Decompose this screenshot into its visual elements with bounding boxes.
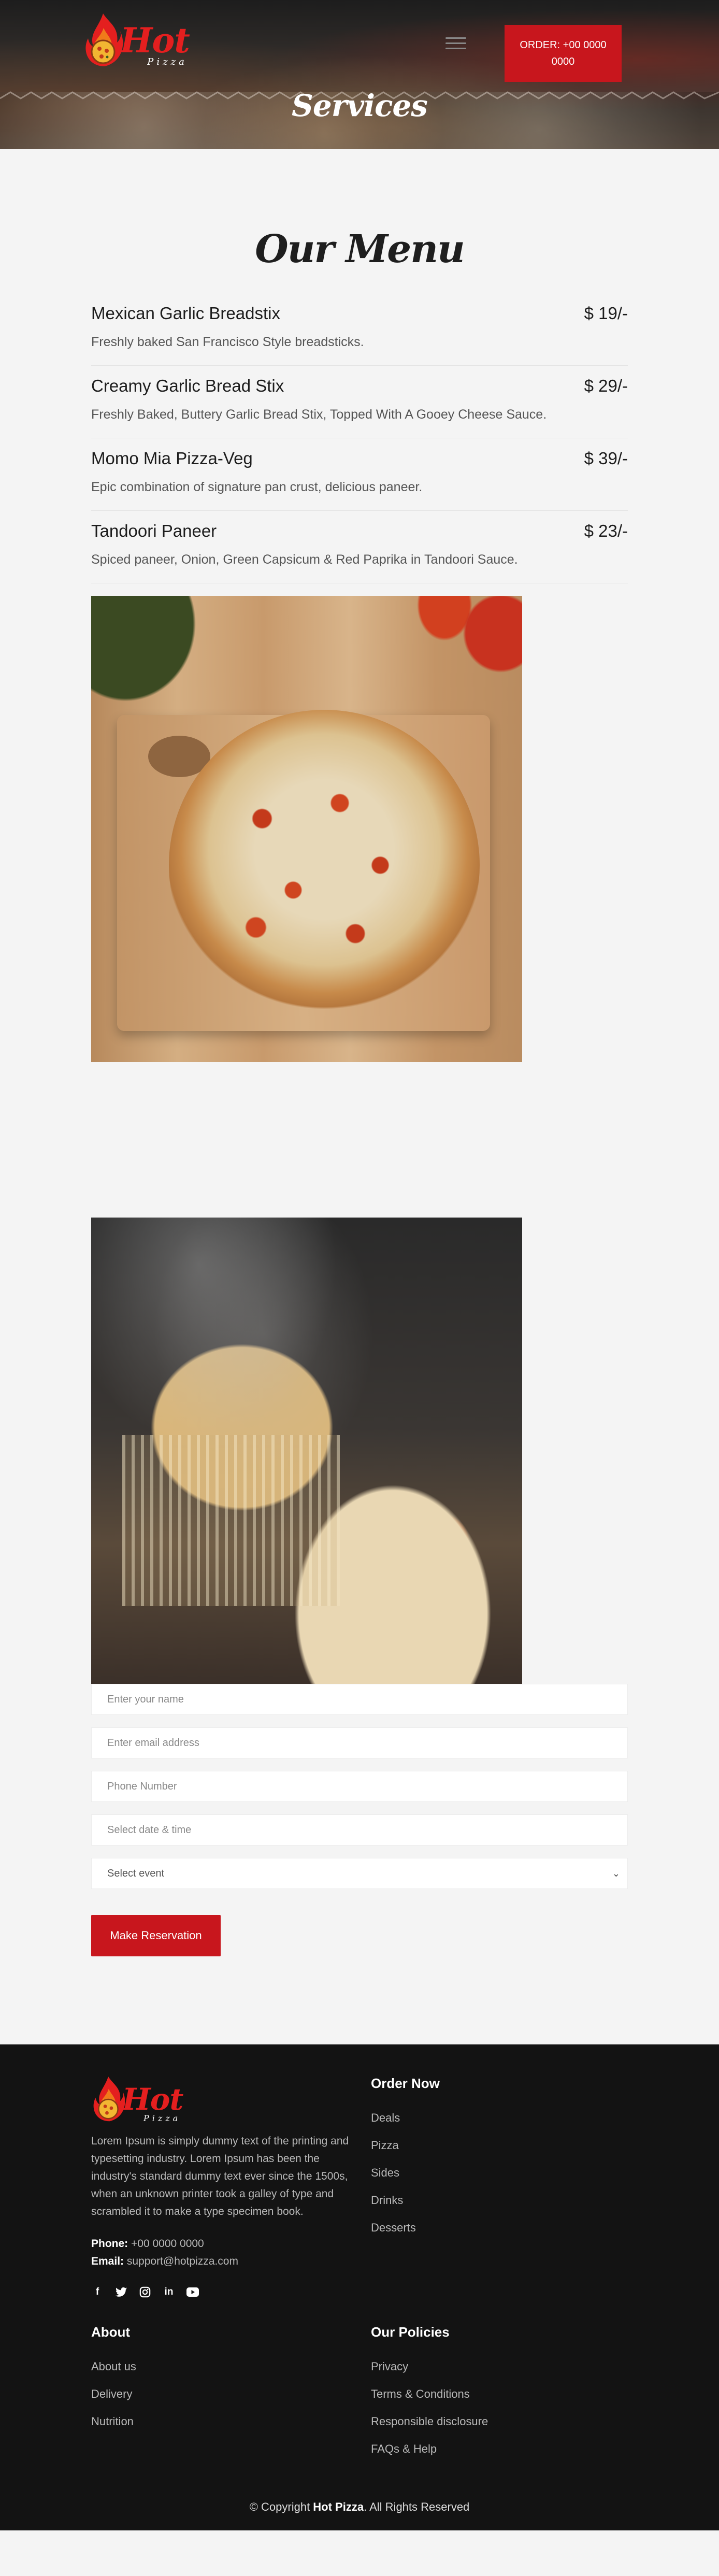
phone-value[interactable]: +00 0000 0000 [131,2238,204,2250]
copyright: © Copyright Hot Pizza. All Rights Reserv… [0,2500,719,2514]
cheese-strands [122,1435,340,1606]
footer-logo-wordmark: Hot [122,2082,183,2117]
copyright-brand: Hot Pizza [313,2500,364,2513]
footer-link-nutrition[interactable]: Nutrition [91,2415,136,2428]
copyright-prefix: © Copyright [249,2500,313,2513]
menu-list: Mexican Garlic Breadstix $ 19/- Freshly … [91,304,628,583]
footer-about-text: Lorem Ipsum is simply dummy text of the … [91,2135,349,2217]
footer-link-sides[interactable]: Sides [371,2166,440,2180]
site-footer: Hot Pizza Lorem Ipsum is simply dummy te… [0,2044,719,2530]
logo-wordmark: Hot [120,20,190,61]
footer-link-deals[interactable]: Deals [371,2111,440,2125]
footer-link-pizza[interactable]: Pizza [371,2139,440,2152]
youtube-icon[interactable] [186,2286,199,2298]
footer-logo[interactable]: Hot Pizza [91,2076,371,2123]
menu-item-name: Tandoori Paneer [91,521,217,540]
social-links: f in [91,2286,371,2298]
about-column: About About us Delivery Nutrition [91,2324,136,2442]
twitter-icon[interactable] [115,2286,127,2298]
menu-item-description: Freshly baked San Francisco Style breads… [91,335,364,349]
instagram-icon[interactable] [139,2286,151,2298]
reservation-form: Enter your name Enter email address Phon… [91,1684,628,1956]
flame-pizza-icon [93,2077,125,2122]
policies-heading: Our Policies [371,2324,450,2340]
facebook-icon[interactable]: f [91,2286,104,2298]
name-input[interactable]: Enter your name [91,1684,628,1715]
linkedin-icon[interactable]: in [163,2286,175,2298]
policies-column: Our Policies Privacy Terms & Conditions … [371,2324,488,2470]
menu-item-description: Freshly Baked, Buttery Garlic Bread Stix… [91,407,547,422]
email-value[interactable]: support@hotpizza.com [127,2255,238,2267]
about-heading: About [91,2324,131,2340]
menu-item-price: $ 29/- [584,376,628,395]
logo-subtext: Pizza [147,56,188,67]
menu-item: Creamy Garlic Bread Stix $ 29/- Freshly … [91,366,628,438]
order-now-column: Order Now Deals Pizza Sides Drinks Desse… [371,2076,440,2249]
phone-label: Phone: [91,2238,128,2250]
footer-link-terms[interactable]: Terms & Conditions [371,2387,488,2401]
pizza-image [169,710,480,1021]
footer-link-privacy[interactable]: Privacy [371,2360,488,2373]
event-select-value: Select event [107,1867,165,1879]
main-content: Our Menu Mexican Garlic Breadstix $ 19/-… [0,149,719,2044]
page-title: Services [292,88,428,123]
footer-link-drinks[interactable]: Drinks [371,2194,440,2207]
copyright-suffix: . All Rights Reserved [364,2500,470,2513]
footer-link-faqs[interactable]: FAQs & Help [371,2442,488,2456]
menu-item: Mexican Garlic Breadstix $ 19/- Freshly … [91,304,628,366]
footer-link-disclosure[interactable]: Responsible disclosure [371,2415,488,2428]
email-input[interactable]: Enter email address [91,1727,628,1758]
phone-input[interactable]: Phone Number [91,1771,628,1802]
menu-item-name: Creamy Garlic Bread Stix [91,376,284,395]
hamburger-menu-icon[interactable] [445,37,466,51]
footer-link-about-us[interactable]: About us [91,2360,136,2373]
menu-item-description: Spiced paneer, Onion, Green Capsicum & R… [91,552,518,567]
menu-item-price: $ 19/- [584,304,628,323]
order-phone-button[interactable]: ORDER: +00 0000 0000 [505,25,622,82]
footer-logo-subtext: Pizza [143,2113,181,2123]
menu-item-name: Mexican Garlic Breadstix [91,304,280,323]
datetime-input[interactable]: Select date & time [91,1814,628,1845]
cheese-pull-photo [91,1218,522,1684]
make-reservation-button[interactable]: Make Reservation [91,1915,221,1956]
footer-link-delivery[interactable]: Delivery [91,2387,136,2401]
chevron-down-icon: ⌄ [612,1868,620,1879]
hero-header: Hot Pizza ORDER: +00 0000 0000 Services [0,0,719,149]
menu-item: Tandoori Paneer $ 23/- Spiced paneer, On… [91,511,628,583]
menu-item-name: Momo Mia Pizza-Veg [91,449,253,468]
menu-item-description: Epic combination of signature pan crust,… [91,480,423,494]
email-label: Email: [91,2255,124,2267]
pizza-photo [91,596,522,1062]
footer-link-desserts[interactable]: Desserts [371,2221,440,2235]
footer-contact: Phone: +00 0000 0000 Email: support@hotp… [91,2235,371,2270]
event-select[interactable]: Select event ⌄ [91,1858,628,1889]
order-now-heading: Order Now [371,2076,440,2091]
flame-pizza-icon [85,13,123,66]
menu-item-price: $ 39/- [584,449,628,468]
site-logo[interactable]: Hot Pizza [83,12,190,68]
menu-item: Momo Mia Pizza-Veg $ 39/- Epic combinati… [91,438,628,511]
menu-item-price: $ 23/- [584,521,628,540]
menu-title: Our Menu [255,227,465,271]
